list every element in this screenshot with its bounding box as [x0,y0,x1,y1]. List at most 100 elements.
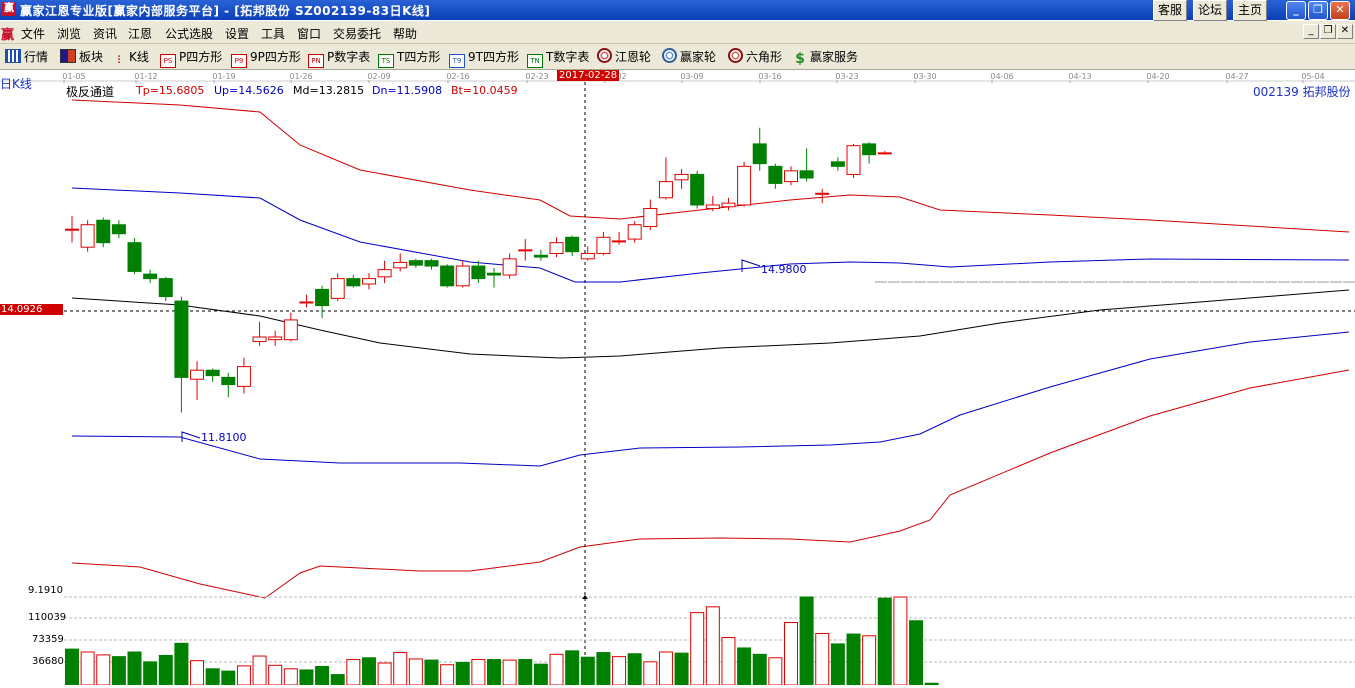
volume-bar [502,659,517,686]
pn-icon: PN [308,54,324,68]
tool-quotes[interactable]: 行情 [5,48,48,66]
tool-winner-service[interactable]: $ 赢家服务 [793,48,858,66]
date-tick-label: 04-20 [1146,72,1169,81]
volume-bar [799,596,814,686]
volume-bar [612,656,627,686]
date-tick-label: 03-16 [758,72,781,81]
candle-body [737,165,752,206]
menu-info[interactable]: 资讯 [93,25,117,42]
volume-bar [643,661,658,686]
tool-9p-square[interactable]: P9 9P四方形 [231,48,301,68]
volume-bar [393,652,408,686]
menu-file[interactable]: 文件 [21,25,45,42]
channel-top-line [71,99,1350,233]
tool-p-square[interactable]: PS P四方形 [160,48,222,68]
candle-body [690,173,705,206]
volume-axis-label-4: 36680 [32,656,64,667]
candle-body [377,269,392,278]
volume-bar [690,612,705,686]
mdi-minimize-icon[interactable]: _ [1303,24,1319,39]
indicator-md: Md=13.2815 [293,84,365,97]
candle-body [549,242,564,254]
forum-button[interactable]: 论坛 [1193,0,1228,21]
tool-t-table[interactable]: TN T数字表 [527,48,589,68]
candle-body [96,219,111,244]
volume-bar [377,662,392,686]
volume-bar [487,659,502,686]
menu-help[interactable]: 帮助 [393,25,417,42]
menu-formula-screening[interactable]: 公式选股 [165,25,213,42]
tool-p-table[interactable]: PN P数字表 [308,48,370,68]
close-icon[interactable]: ✕ [1330,1,1350,20]
date-tick-label: 04-06 [990,72,1013,81]
candle-body [393,261,408,269]
indicator-name: 极反通道 [66,85,115,99]
menu-window[interactable]: 窗口 [297,25,321,42]
date-tick-label: 01-05 [62,72,85,81]
app-icon: 赢 [2,2,16,16]
tool-t-square[interactable]: TS T四方形 [378,48,440,68]
candle-body [518,249,533,252]
ts-icon: TS [378,54,394,68]
customer-service-button[interactable]: 客服 [1153,0,1188,21]
candle-body [768,165,783,184]
volume-bar [205,668,220,686]
mdi-close-icon[interactable]: ✕ [1337,24,1353,39]
menu-tools[interactable]: 工具 [261,25,285,42]
blocks-icon [60,49,76,63]
t9-icon: T9 [449,54,465,68]
candle-body [612,240,627,243]
gann-wheel-icon [597,48,612,63]
indicator-dn: Dn=11.5908 [372,84,443,97]
volume-bar [627,653,642,686]
tool-gann-wheel[interactable]: 江恩轮 [597,48,651,66]
volume-bar [705,606,720,686]
volume-bar [158,654,173,686]
menu-browse[interactable]: 浏览 [57,25,81,42]
volume-bar [440,664,455,686]
candle-body [830,161,845,167]
ps-icon: PS [160,54,176,68]
candle-body [283,319,298,341]
menu-bar: 赢 文件 浏览 资讯 江恩 公式选股 设置 工具 窗口 交易委托 帮助 _ ❐ … [0,21,1355,44]
toolbar: 行情 板块 ⫶ K线 PS P四方形 P9 9P四方形 PN P数字表 TS T四方形 T… [0,44,1355,70]
home-button[interactable]: 主页 [1233,0,1268,21]
low-price-label: 11.8100 [201,431,247,444]
volume-bar [330,674,345,686]
mdi-restore-icon[interactable]: ❐ [1320,24,1336,39]
date-tick-label: 02-09 [367,72,390,81]
volume-bar [236,665,251,686]
high-marker [741,259,761,272]
candle-body [361,278,376,285]
candle-body [80,224,95,248]
candle-body [424,260,439,267]
volume-bar [268,664,283,686]
volume-bar [658,651,673,686]
channel-upper-line [71,187,1350,283]
tool-sectors[interactable]: 板块 [60,48,103,66]
menu-gann[interactable]: 江恩 [128,25,152,42]
tool-kline[interactable]: ⫶ K线 [112,48,149,66]
volume-bar [80,651,95,686]
candle-body [752,143,767,165]
tool-hexagon[interactable]: 六角形 [728,48,782,66]
volume-bar [455,661,470,686]
kline-chart[interactable]: 01-0501-1201-1901-2602-0902-1602-2303-02… [0,70,1355,686]
stock-label: 002139 拓邦股份 [1253,85,1351,99]
date-tick-label: 02-23 [525,72,548,81]
minimize-icon[interactable]: _ [1286,1,1306,20]
tool-winner-wheel[interactable]: 赢家轮 [662,48,716,66]
grid-icon [5,49,21,63]
menu-trading[interactable]: 交易委托 [333,25,381,42]
kline-chart-panel[interactable]: 01-0501-1201-1901-2602-0902-1602-2303-02… [0,70,1355,686]
candle-body [330,278,345,299]
volume-bar [752,653,767,686]
candle-body [143,273,158,280]
tool-9t-square[interactable]: T9 9T四方形 [449,48,519,68]
candle-body [783,170,798,183]
candle-body [252,336,267,342]
menu-settings[interactable]: 设置 [225,25,249,42]
tn-icon: TN [527,54,543,68]
restore-icon[interactable]: ❐ [1308,1,1328,20]
volume-bar [252,655,267,686]
